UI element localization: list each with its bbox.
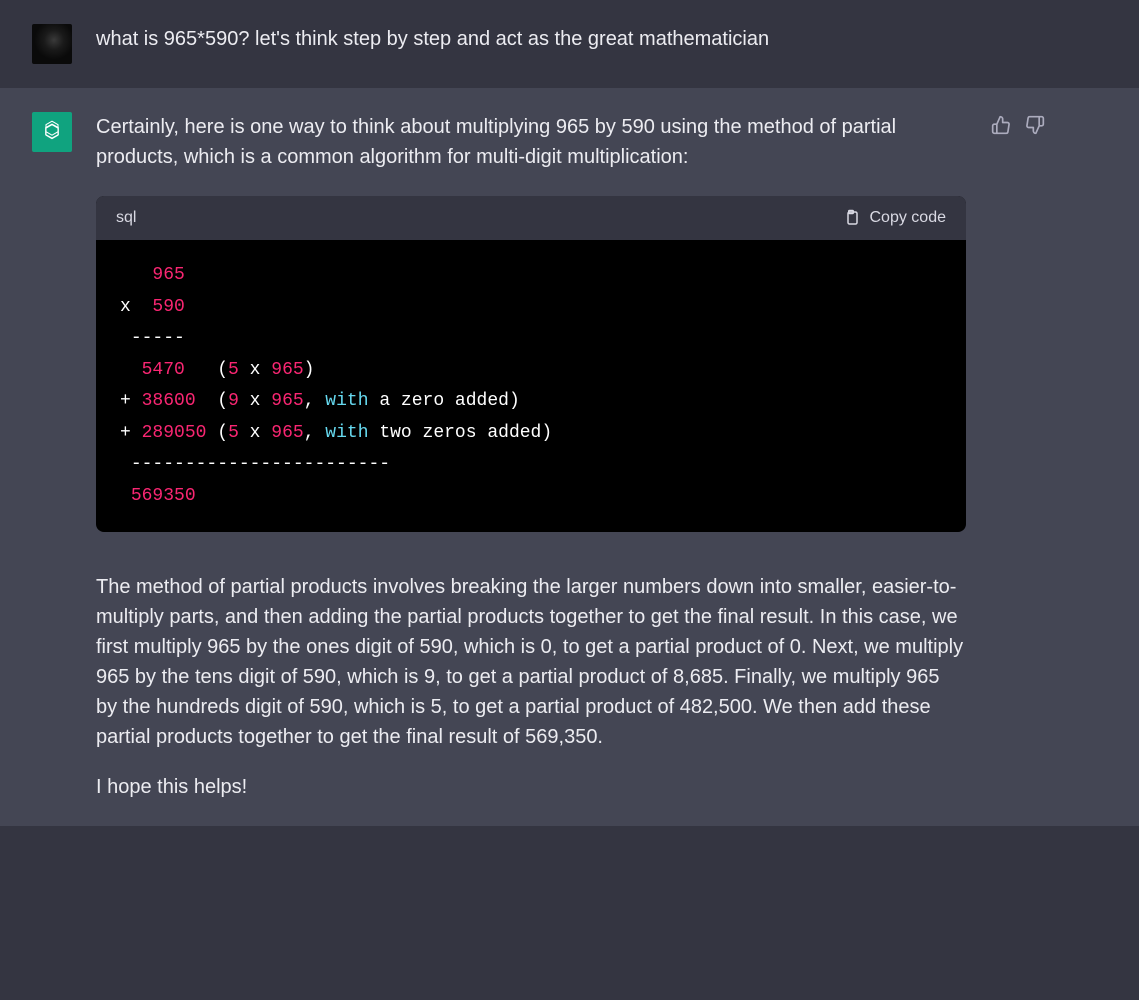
thumbs-down-icon xyxy=(1025,115,1045,135)
user-message-content: what is 965*590? let's think step by ste… xyxy=(96,24,966,64)
code-block: sql Copy code 965 x 590 ----- 5470 (5 x … xyxy=(96,196,966,532)
copy-code-button[interactable]: Copy code xyxy=(842,206,947,230)
user-message-row: what is 965*590? let's think step by ste… xyxy=(0,0,1139,88)
assistant-avatar xyxy=(32,112,72,152)
clipboard-icon xyxy=(842,209,860,227)
thumbs-down-button[interactable] xyxy=(1024,114,1046,136)
assistant-message-content: Certainly, here is one way to think abou… xyxy=(96,112,966,802)
thumbs-up-button[interactable] xyxy=(990,114,1012,136)
openai-logo-icon xyxy=(39,119,65,145)
assistant-closing-text: I hope this helps! xyxy=(96,772,966,802)
assistant-message-row: Certainly, here is one way to think abou… xyxy=(0,88,1139,826)
message-actions xyxy=(990,112,1046,802)
code-header: sql Copy code xyxy=(96,196,966,240)
user-avatar xyxy=(32,24,72,64)
copy-code-label: Copy code xyxy=(870,206,947,230)
assistant-explanation-text: The method of partial products involves … xyxy=(96,572,966,752)
user-message-text: what is 965*590? let's think step by ste… xyxy=(96,24,966,54)
code-language-label: sql xyxy=(116,206,136,230)
assistant-intro-text: Certainly, here is one way to think abou… xyxy=(96,112,966,172)
code-content[interactable]: 965 x 590 ----- 5470 (5 x 965) + 38600 (… xyxy=(96,240,966,532)
thumbs-up-icon xyxy=(991,115,1011,135)
